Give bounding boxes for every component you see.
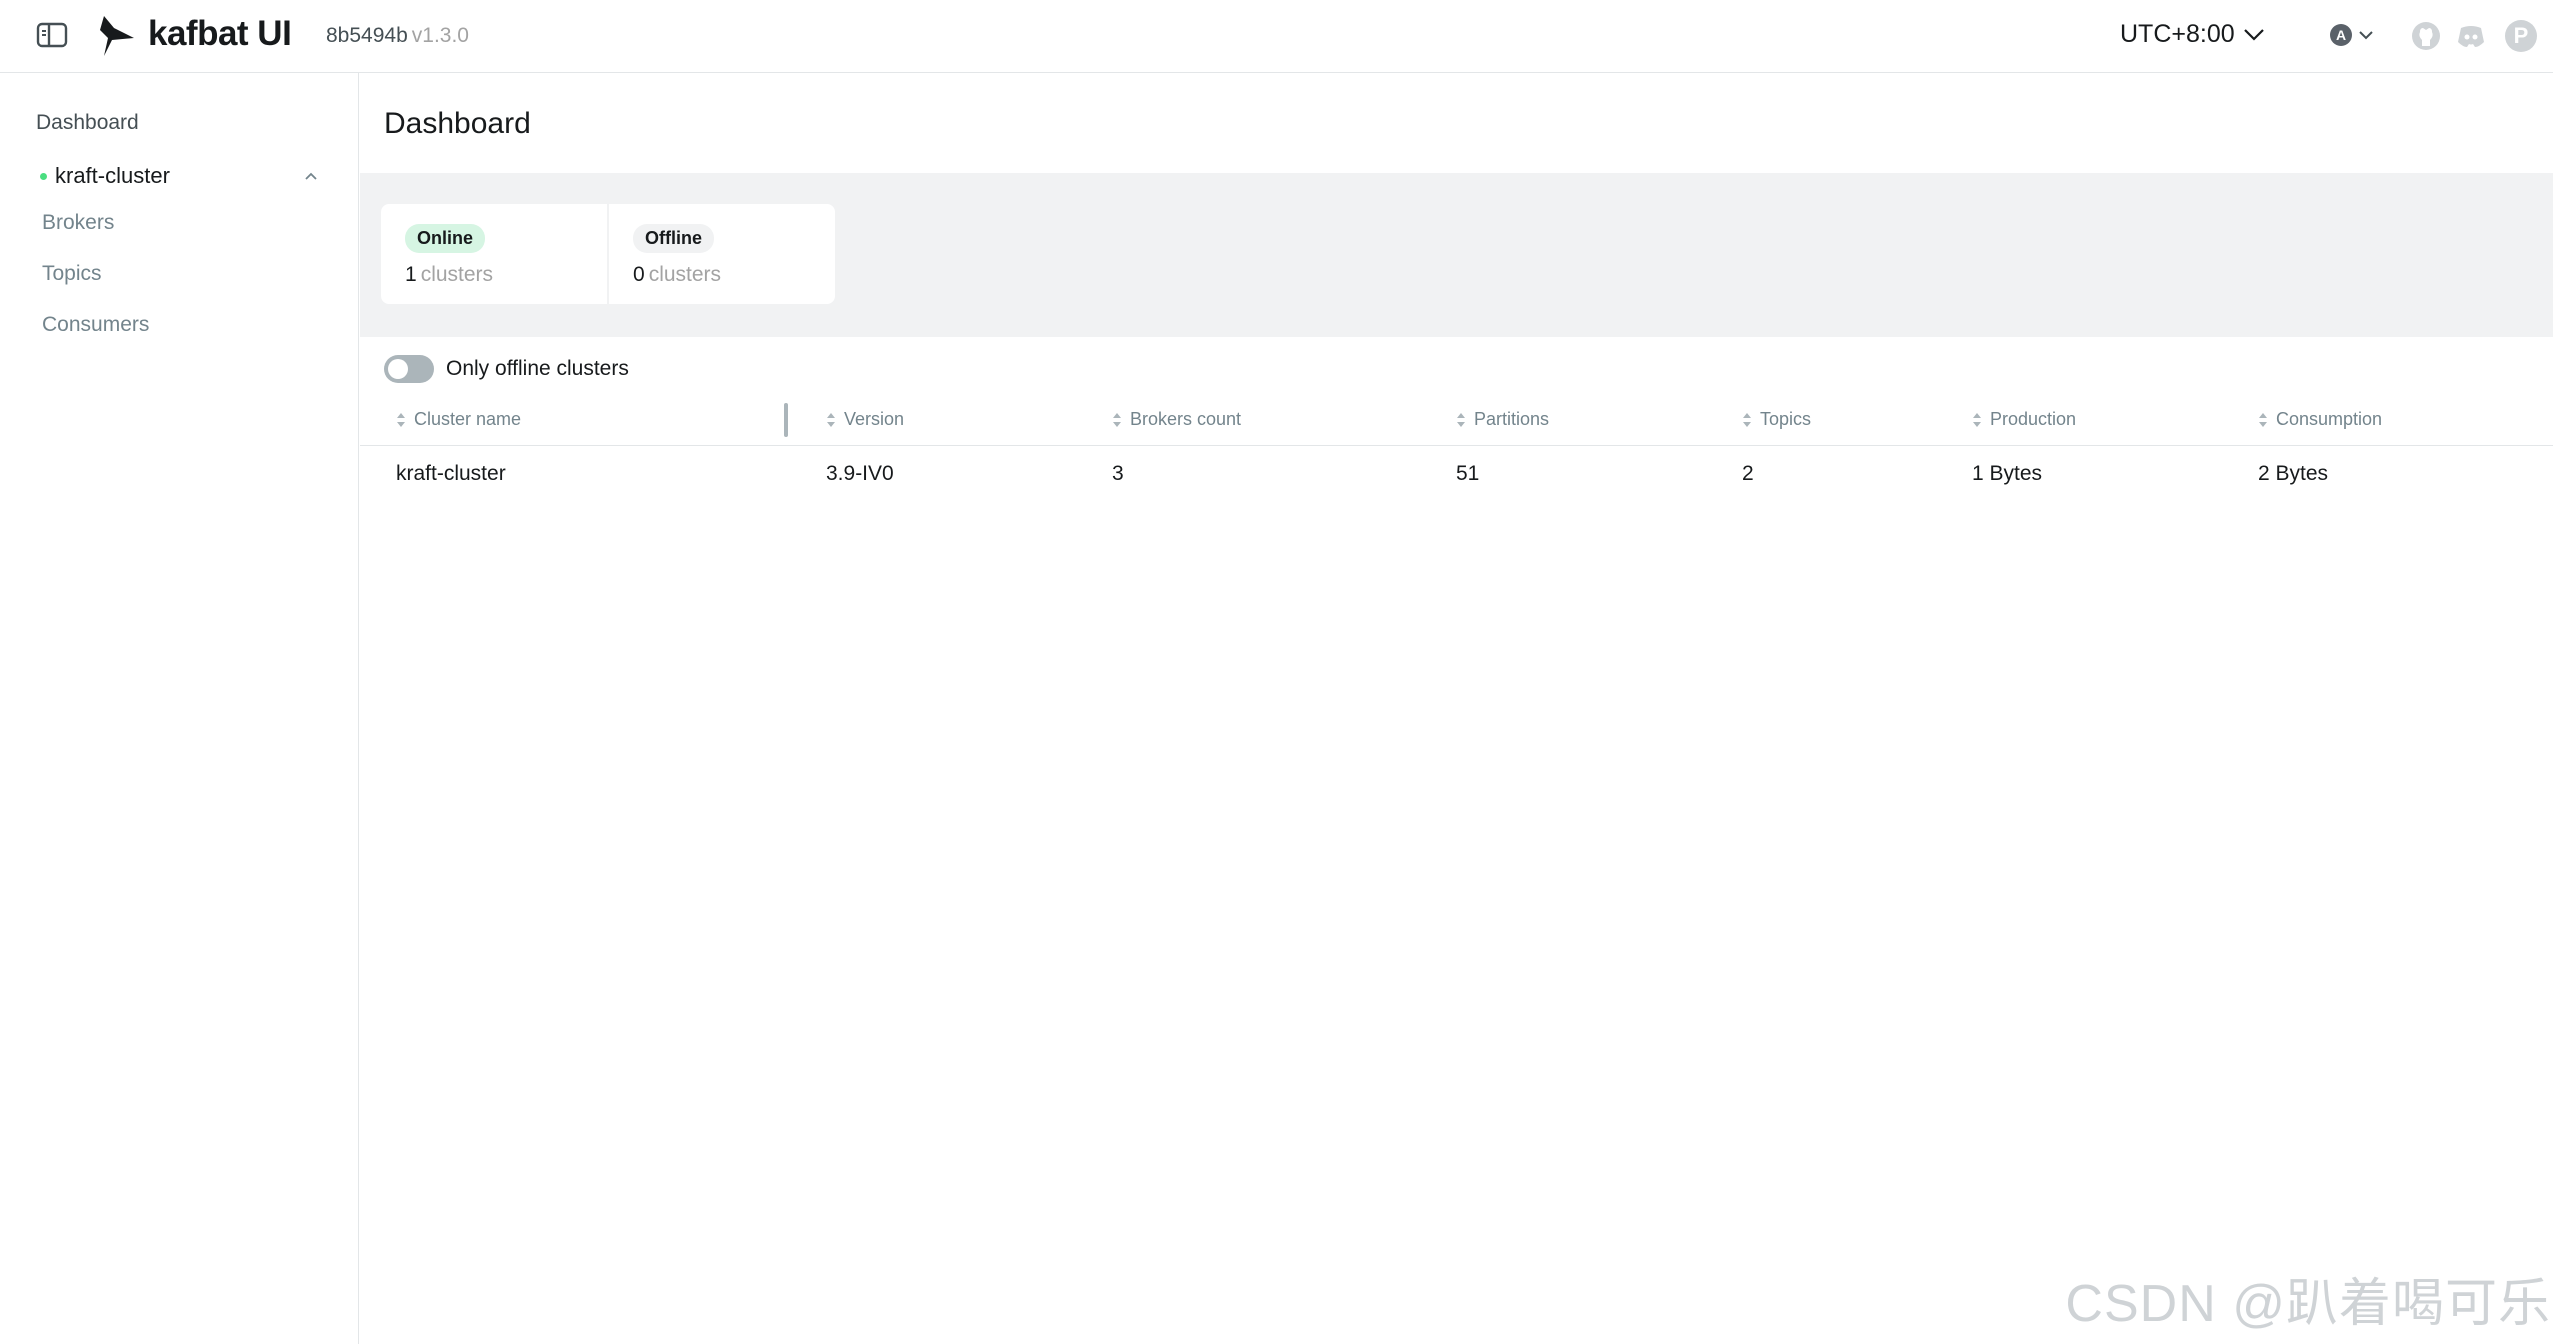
column-label: Partitions: [1474, 409, 1550, 429]
page-title: Dashboard: [384, 107, 531, 140]
column-label: Topics: [1760, 409, 1812, 429]
main-content: Dashboard Online 1 clusters Offline 0 clus…: [360, 73, 2553, 1344]
offline-badge: Offline: [633, 224, 714, 253]
column-header-production[interactable]: Production: [1972, 409, 2076, 430]
sort-icon: [1113, 412, 1121, 427]
timezone-value: UTC+8:00: [2120, 20, 2235, 48]
online-count: 1: [405, 263, 417, 286]
chevron-up-icon[interactable]: [302, 167, 320, 185]
theme-auto-icon: A: [2330, 24, 2352, 46]
toggle-knob: [388, 359, 408, 379]
chevron-down-icon: [2243, 28, 2264, 41]
column-header-brokers-count[interactable]: Brokers count: [1112, 409, 1241, 430]
timezone-select[interactable]: UTC+8:00: [2120, 20, 2265, 49]
cell-partitions: 51: [1456, 462, 1480, 485]
app-version[interactable]: v1.3.0: [412, 24, 469, 47]
top-bar: kafbat UI 8b5494b v1.3.0 UTC+8:00 A P: [0, 0, 2553, 73]
theme-select[interactable]: A: [2330, 24, 2374, 46]
online-badge: Online: [405, 224, 486, 253]
only-offline-label[interactable]: Only offline clusters: [446, 357, 629, 381]
column-header-topics[interactable]: Topics: [1742, 409, 1811, 430]
chevron-down-icon: [2359, 31, 2373, 40]
sort-icon: [1743, 412, 1751, 427]
sidebar-cluster-name: kraft-cluster: [55, 163, 170, 188]
cell-brokers-count: 3: [1112, 462, 1124, 485]
online-unit: clusters: [420, 263, 494, 286]
cell-consumption: 2 Bytes: [2258, 462, 2329, 485]
sidebar-item-brokers[interactable]: Brokers: [42, 211, 114, 235]
version-info: 8b5494b v1.3.0: [326, 24, 469, 48]
cluster-status-dot: [40, 172, 47, 180]
table-header: Cluster name Version Brokers count Parti…: [360, 395, 2553, 446]
github-icon[interactable]: [2410, 20, 2442, 52]
column-header-consumption[interactable]: Consumption: [2258, 409, 2382, 430]
sidebar-cluster-kraft-cluster[interactable]: kraft-cluster: [40, 161, 320, 191]
column-resize-handle[interactable]: [784, 403, 788, 437]
offline-count-line: 0 clusters: [633, 263, 811, 287]
table-row[interactable]: kraft-cluster 3.9-IV0 3 51 2 1 Bytes 2 B…: [360, 446, 2553, 502]
clusters-table: Cluster name Version Brokers count Parti…: [360, 395, 2553, 502]
brand-name[interactable]: kafbat UI: [148, 14, 292, 54]
cell-production: 1 Bytes: [1972, 462, 2043, 485]
online-count-line: 1 clusters: [405, 263, 583, 287]
cell-topics: 2: [1742, 462, 1754, 485]
column-label: Brokers count: [1130, 409, 1242, 429]
sidebar: Dashboard kraft-cluster Brokers Topics C…: [0, 73, 359, 1344]
sort-icon: [397, 412, 405, 427]
sort-icon: [2259, 412, 2267, 427]
offline-filter: Only offline clusters: [384, 355, 629, 383]
offline-count: 0: [633, 263, 645, 286]
sort-icon: [1973, 412, 1981, 427]
column-header-version[interactable]: Version: [826, 409, 904, 430]
column-label: Cluster name: [414, 409, 522, 429]
sidebar-item-topics[interactable]: Topics: [42, 262, 102, 286]
sidebar-toggle-icon[interactable]: [36, 22, 70, 50]
discord-icon[interactable]: [2455, 20, 2487, 52]
sort-icon: [827, 412, 835, 427]
watermark: CSDN @趴着喝可乐: [2065, 1275, 2551, 1333]
column-label: Production: [1990, 409, 2077, 429]
cell-version: 3.9-IV0: [826, 462, 894, 485]
column-label: Consumption: [2276, 409, 2383, 429]
offline-clusters-card: Offline 0 clusters: [609, 204, 835, 304]
kafbat-logo-icon[interactable]: [98, 14, 138, 58]
offline-unit: clusters: [648, 263, 722, 286]
sort-icon: [1457, 412, 1465, 427]
cluster-stats-band: Online 1 clusters Offline 0 clusters: [360, 173, 2553, 337]
only-offline-toggle[interactable]: [384, 355, 434, 383]
sidebar-item-dashboard[interactable]: Dashboard: [36, 111, 139, 135]
user-avatar[interactable]: P: [2505, 20, 2537, 52]
sidebar-item-consumers[interactable]: Consumers: [42, 313, 149, 337]
commit-hash: 8b5494b: [326, 24, 408, 47]
column-header-cluster-name[interactable]: Cluster name: [396, 409, 521, 430]
column-label: Version: [844, 409, 905, 429]
cell-cluster-name[interactable]: kraft-cluster: [396, 462, 506, 486]
column-header-partitions[interactable]: Partitions: [1456, 409, 1549, 430]
online-clusters-card: Online 1 clusters: [381, 204, 607, 304]
